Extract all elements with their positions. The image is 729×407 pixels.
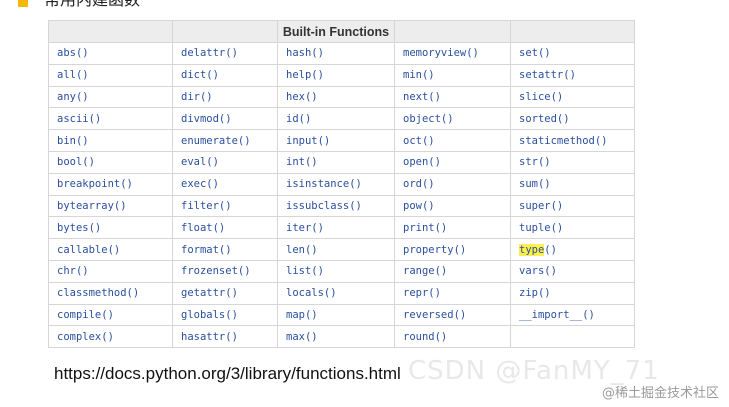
function-cell[interactable]: abs() [48, 42, 173, 65]
function-cell[interactable]: staticmethod() [510, 129, 635, 152]
function-cell[interactable]: hex() [277, 85, 395, 109]
builtin-functions-table: Built-in Functions abs() delattr() hash() m… [48, 20, 635, 349]
function-cell[interactable]: float() [172, 216, 278, 240]
function-cell[interactable]: dict() [172, 63, 278, 87]
function-cell[interactable]: enumerate() [172, 129, 278, 152]
function-cell[interactable]: pow() [394, 194, 511, 218]
table-row: all() dict() help() min() setattr() [48, 63, 635, 87]
function-cell[interactable]: memoryview() [394, 42, 511, 65]
table-row: bool() eval() int() open() str() [48, 150, 635, 174]
function-cell[interactable]: map() [277, 303, 395, 327]
table-row: callable() format() len() property() type() [48, 238, 635, 261]
function-cell[interactable]: ascii() [48, 107, 173, 131]
juejin-watermark: @稀土掘金技术社区 [601, 386, 719, 401]
function-cell[interactable]: tuple() [510, 216, 635, 240]
function-cell[interactable]: dir() [172, 85, 278, 109]
table-row: ascii() divmod() id() object() sorted() [48, 107, 635, 131]
function-cell[interactable]: any() [48, 85, 173, 109]
function-cell[interactable]: oct() [394, 129, 511, 152]
function-cell[interactable]: open() [394, 150, 511, 174]
header-blank-cell [48, 20, 173, 43]
function-cell[interactable]: print() [394, 216, 511, 240]
table-body: abs() delattr() hash() memoryview() set() all… [48, 42, 635, 349]
function-cell[interactable]: help() [277, 63, 395, 87]
function-cell[interactable]: exec() [172, 172, 278, 196]
function-cell[interactable]: breakpoint() [48, 172, 173, 196]
function-cell[interactable]: property() [394, 238, 511, 261]
function-cell[interactable]: delattr() [172, 42, 278, 65]
function-cell[interactable]: round() [394, 325, 511, 349]
function-cell[interactable]: max() [277, 325, 395, 349]
function-cell[interactable]: reversed() [394, 303, 511, 327]
table-row: classmethod() getattr() locals() repr() zip(… [48, 281, 635, 305]
function-cell[interactable]: issubclass() [277, 194, 395, 218]
header-blank-cell [172, 20, 278, 43]
function-cell[interactable]: filter() [172, 194, 278, 218]
docs-url: https://docs.python.org/3/library/functi… [54, 364, 401, 383]
function-cell[interactable]: repr() [394, 281, 511, 305]
function-cell[interactable]: ord() [394, 172, 511, 196]
function-cell[interactable]: range() [394, 259, 511, 283]
function-cell[interactable]: next() [394, 85, 511, 109]
function-cell[interactable]: sum() [510, 172, 635, 196]
function-cell [510, 325, 635, 349]
function-cell[interactable]: list() [277, 259, 395, 283]
heading-bullet-icon [18, 0, 28, 7]
function-cell[interactable]: chr() [48, 259, 173, 283]
function-cell[interactable]: object() [394, 107, 511, 131]
table-row: any() dir() hex() next() slice() [48, 85, 635, 109]
table-row: chr() frozenset() list() range() vars() [48, 259, 635, 283]
function-cell[interactable]: bytes() [48, 216, 173, 240]
function-cell[interactable]: vars() [510, 259, 635, 283]
table-row: complex() hasattr() max() round() [48, 325, 635, 349]
function-cell[interactable]: isinstance() [277, 172, 395, 196]
function-cell[interactable]: classmethod() [48, 281, 173, 305]
table-row: abs() delattr() hash() memoryview() set() [48, 42, 635, 65]
function-cell[interactable]: bin() [48, 129, 173, 152]
function-cell[interactable]: callable() [48, 238, 173, 261]
function-cell[interactable]: eval() [172, 150, 278, 174]
section-heading: 常用内建函数 [44, 0, 140, 10]
function-cell[interactable]: str() [510, 150, 635, 174]
function-cell[interactable]: globals() [172, 303, 278, 327]
function-cell[interactable]: bytearray() [48, 194, 173, 218]
function-cell[interactable]: set() [510, 42, 635, 65]
function-cell[interactable]: compile() [48, 303, 173, 327]
table-row: compile() globals() map() reversed() __impor… [48, 303, 635, 327]
function-cell[interactable]: min() [394, 63, 511, 87]
highlighted-function-name[interactable]: type [519, 243, 545, 256]
function-cell[interactable]: super() [510, 194, 635, 218]
function-cell[interactable]: zip() [510, 281, 635, 305]
function-cell[interactable]: iter() [277, 216, 395, 240]
function-cell[interactable]: int() [277, 150, 395, 174]
function-cell[interactable]: frozenset() [172, 259, 278, 283]
function-parens: () [544, 243, 557, 256]
function-cell[interactable]: divmod() [172, 107, 278, 131]
function-cell[interactable]: sorted() [510, 107, 635, 131]
function-cell[interactable]: complex() [48, 325, 173, 349]
function-cell[interactable]: hash() [277, 42, 395, 65]
table-header-row: Built-in Functions [48, 20, 635, 43]
header-blank-cell [510, 20, 635, 43]
function-cell[interactable]: setattr() [510, 63, 635, 87]
function-cell[interactable]: type() [510, 238, 635, 261]
table-row: breakpoint() exec() isinstance() ord() sum() [48, 172, 635, 196]
function-cell[interactable]: bool() [48, 150, 173, 174]
function-cell[interactable]: id() [277, 107, 395, 131]
function-cell[interactable]: locals() [277, 281, 395, 305]
function-cell[interactable]: format() [172, 238, 278, 261]
function-cell[interactable]: slice() [510, 85, 635, 109]
table-title: Built-in Functions [277, 20, 395, 43]
function-cell[interactable]: getattr() [172, 281, 278, 305]
function-cell[interactable]: input() [277, 129, 395, 152]
table-row: bytes() float() iter() print() tuple() [48, 216, 635, 240]
table-row: bin() enumerate() input() oct() staticmethod… [48, 129, 635, 152]
header-blank-cell [394, 20, 511, 43]
function-cell[interactable]: len() [277, 238, 395, 261]
table-row: bytearray() filter() issubclass() pow() supe… [48, 194, 635, 218]
function-cell[interactable]: __import__() [510, 303, 635, 327]
function-cell[interactable]: hasattr() [172, 325, 278, 349]
function-cell[interactable]: all() [48, 63, 173, 87]
